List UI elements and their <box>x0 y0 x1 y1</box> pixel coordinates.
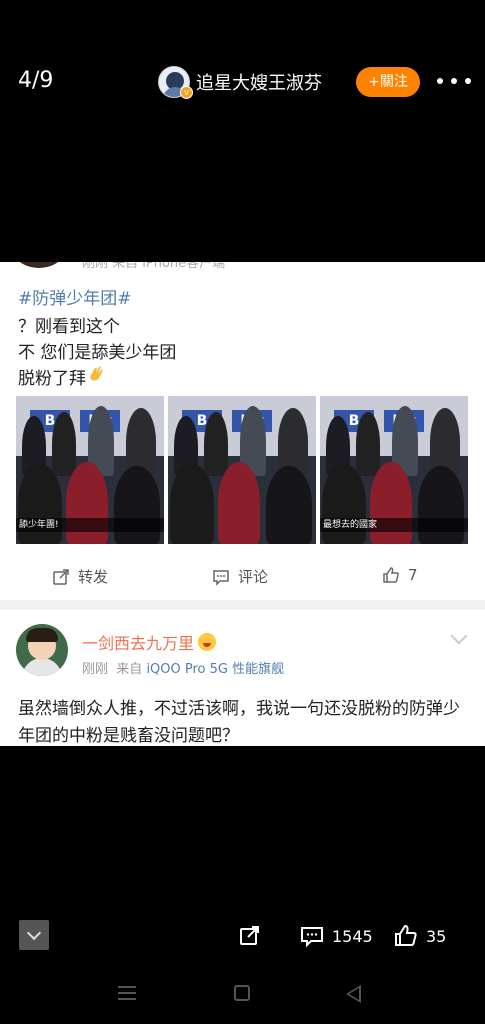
share-button[interactable] <box>238 924 270 948</box>
viewer-toolbar: 1545 35 <box>0 918 485 958</box>
repost-label: 转发 <box>78 568 109 586</box>
comment-source-prefix: 来自 <box>116 662 143 677</box>
collapse-down-button[interactable] <box>19 920 49 950</box>
thumbs-up-icon <box>383 567 399 583</box>
like-button[interactable]: 7 <box>382 566 418 584</box>
comment-avatar[interactable] <box>16 624 68 676</box>
comment-text: 虽然墙倒众人推，不过活该啊，我说一句还没脱粉的防弹少年团的中粉是贱畜没问题吧？ <box>18 699 460 746</box>
hashtag-link[interactable]: #防弹少年团# <box>18 284 132 309</box>
photo-caption-1: 舔少年團! <box>16 518 164 532</box>
post-avatar[interactable] <box>16 262 62 268</box>
post-text-line-1: ？刚看到这个 <box>18 317 120 337</box>
comment-icon <box>301 927 323 948</box>
comment-author[interactable]: 一剑西去九万里 <box>82 630 217 654</box>
comment-meta: 刚刚 来自 iQOO Pro 5G 性能旗舰 <box>82 658 284 677</box>
post-meta: 刚刚 来自 iPhone客户端 <box>82 262 226 271</box>
system-nav-bar <box>0 980 485 1010</box>
image-counter: 4/9 <box>18 68 54 93</box>
back-icon[interactable] <box>346 985 361 1003</box>
comment-label: 评论 <box>238 568 269 586</box>
photo-caption-3: 最想去的國家 <box>320 518 468 532</box>
home-icon[interactable] <box>234 985 250 1001</box>
post-photo-3[interactable]: BHit 最想去的國家 <box>320 396 468 544</box>
user-name[interactable]: 追星大嫂王淑芬 <box>196 69 322 95</box>
post-card: 刚刚 来自 iPhone客户端 #防弹少年团# ？刚看到这个 不 您们是舔美少年… <box>0 262 485 746</box>
post-photo-1[interactable]: BHit 舔少年團! <box>16 396 164 544</box>
post-text-line-3: 脱粉了拜 <box>18 364 106 389</box>
follow-button[interactable]: +關注 <box>356 67 420 97</box>
waving-hand-icon <box>86 364 106 389</box>
post-actions: 转发 评论 7 <box>0 560 485 594</box>
repost-icon <box>53 568 69 585</box>
comment-time: 刚刚 <box>82 662 109 677</box>
photo-grid: BHit 舔少年團! BHit BHit <box>16 396 468 544</box>
menu-icon[interactable] <box>118 986 136 1000</box>
comment-source[interactable]: iQOO Pro 5G 性能旗舰 <box>146 662 284 677</box>
more-options-icon[interactable] <box>437 66 471 96</box>
chevron-down-icon[interactable] <box>450 627 468 645</box>
verified-badge-icon: v <box>180 86 193 99</box>
like-count: 7 <box>408 566 418 584</box>
post-text-line-2: 不 您们是舔美少年团 <box>18 343 177 363</box>
comment-count: 1545 <box>332 926 373 946</box>
viewer-header: 4/9 v 追星大嫂王淑芬 +關注 <box>0 60 485 104</box>
share-icon <box>240 926 259 945</box>
comment-icon <box>213 569 229 586</box>
thumbs-up-icon <box>395 924 417 946</box>
comment-item: 一剑西去九万里 刚刚 来自 iQOO Pro 5G 性能旗舰 虽然墙倒众人推，不… <box>0 610 485 746</box>
section-divider <box>0 600 485 610</box>
like-button-toolbar[interactable]: 35 <box>394 924 446 948</box>
like-count-toolbar: 35 <box>426 926 447 946</box>
comments-button[interactable]: 1545 <box>300 924 373 948</box>
user-info[interactable]: v 追星大嫂王淑芬 <box>158 66 322 99</box>
blowing-kiss-emoji-icon <box>198 633 217 651</box>
repost-button[interactable]: 转发 <box>52 566 108 587</box>
comment-button[interactable]: 评论 <box>212 566 268 587</box>
post-photo-2[interactable]: BHit <box>168 396 316 544</box>
